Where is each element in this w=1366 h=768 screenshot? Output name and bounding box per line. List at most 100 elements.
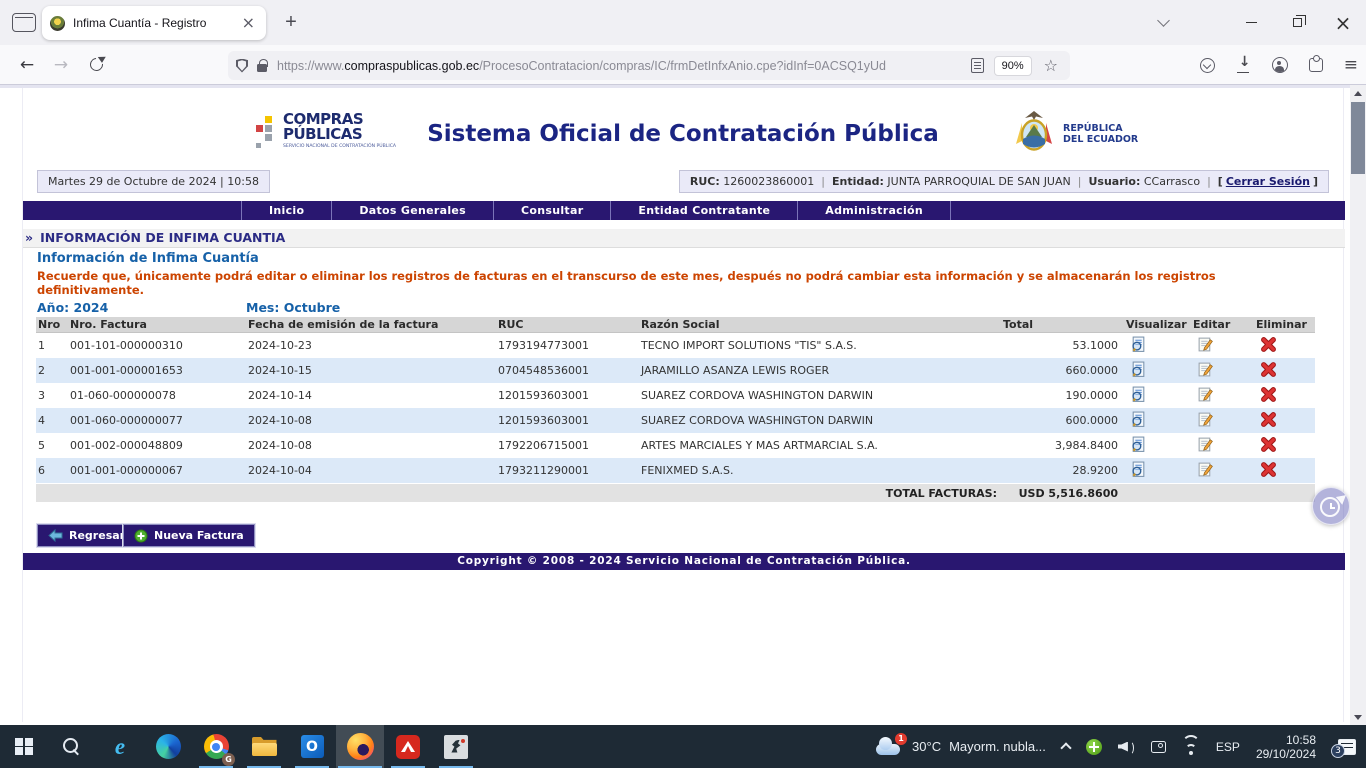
- tracking-shield-icon[interactable]: [236, 59, 248, 73]
- visualizar-icon[interactable]: [1130, 361, 1147, 381]
- visualizar-icon[interactable]: [1130, 411, 1147, 431]
- taskbar-search-button[interactable]: [48, 725, 96, 768]
- display-icon[interactable]: [1151, 741, 1166, 753]
- https-lock-icon[interactable]: [257, 64, 267, 72]
- menu-item[interactable]: Inicio: [241, 201, 332, 220]
- reload-icon[interactable]: [87, 55, 105, 73]
- taskbar-clock[interactable]: 10:58 29/10/2024: [1256, 733, 1316, 761]
- internet-explorer-icon: e: [115, 737, 125, 757]
- notification-badge: 3: [1331, 744, 1345, 758]
- antivirus-icon[interactable]: [1086, 739, 1102, 755]
- window-controls: ×: [1159, 0, 1366, 45]
- downloads-icon[interactable]: [1236, 57, 1251, 73]
- window-restore-button[interactable]: [1274, 0, 1320, 45]
- pocket-icon[interactable]: [1200, 58, 1215, 73]
- taskbar-chrome-button[interactable]: G: [192, 725, 240, 768]
- cell-factura: 001-001-000001653: [68, 364, 246, 377]
- datetime-chip: Martes 29 de Octubre de 2024 | 10:58: [37, 170, 270, 193]
- reader-mode-icon[interactable]: [971, 58, 984, 73]
- eliminar-icon[interactable]: [1260, 386, 1277, 406]
- speaker-icon[interactable]: [1118, 740, 1135, 754]
- weather-widget[interactable]: 1 30°C Mayorm. nubla...: [874, 737, 1046, 757]
- tab-close-icon[interactable]: ×: [239, 16, 258, 30]
- cell-ruc: 1793211290001: [496, 464, 639, 477]
- scrollbar-thumb[interactable]: [1351, 102, 1365, 174]
- table-row: 4 001-060-000000077 2024-10-08 120159360…: [36, 408, 1315, 433]
- republic-text: REPÚBLICA DEL ECUADOR: [1063, 123, 1138, 145]
- browser-tab-active[interactable]: Infima Cuantía - Registro ×: [42, 6, 266, 40]
- taskbar-outlook-button[interactable]: O: [288, 725, 336, 768]
- window-minimize-button[interactable]: [1228, 0, 1274, 45]
- visualizar-icon[interactable]: [1130, 336, 1147, 356]
- ruc-label: RUC:: [690, 175, 720, 188]
- weather-cloud-icon: 1: [874, 737, 904, 757]
- list-all-tabs-icon[interactable]: [1157, 14, 1170, 27]
- eliminar-icon[interactable]: [1260, 336, 1277, 356]
- back-button[interactable]: ←: [10, 55, 44, 75]
- ecuador-coat-of-arms-icon: [1011, 110, 1057, 158]
- eliminar-icon[interactable]: [1260, 361, 1277, 381]
- editar-icon[interactable]: [1197, 461, 1214, 481]
- account-icon[interactable]: [1272, 57, 1288, 73]
- menu-item[interactable]: Administración: [798, 201, 951, 220]
- wifi-icon[interactable]: [1182, 740, 1200, 753]
- visualizar-icon[interactable]: [1130, 436, 1147, 456]
- floating-timer-widget[interactable]: [1312, 487, 1350, 525]
- extensions-icon[interactable]: [1309, 58, 1323, 72]
- file-explorer-icon: [252, 737, 277, 756]
- taskbar-explorer-button[interactable]: [240, 725, 288, 768]
- window-close-button[interactable]: ×: [1320, 0, 1366, 45]
- column-header: Eliminar: [1254, 318, 1315, 331]
- new-tab-button[interactable]: +: [278, 11, 304, 34]
- forward-button[interactable]: →: [44, 55, 78, 75]
- page-title: Sistema Oficial de Contratación Pública: [353, 121, 1013, 147]
- menu-hamburger-icon[interactable]: ≡: [1344, 55, 1358, 75]
- zoom-level-chip[interactable]: 90%: [994, 56, 1032, 76]
- cell-razon-social: FENIXMED S.A.S.: [639, 464, 1001, 477]
- regresar-button[interactable]: Regresar: [37, 524, 136, 547]
- copyright-bar: Copyright © 2008 - 2024 Servicio Naciona…: [23, 553, 1345, 570]
- section-title: Información de Infima Cuantía: [37, 251, 259, 266]
- menu-item[interactable]: Consultar: [494, 201, 611, 220]
- language-indicator[interactable]: ESP: [1216, 740, 1240, 754]
- editar-icon[interactable]: [1197, 411, 1214, 431]
- firefox-view-icon[interactable]: [12, 13, 36, 32]
- entidad-value: JUNTA PARROQUIAL DE SAN JUAN: [887, 175, 1070, 188]
- taskbar-ie-button[interactable]: e: [96, 725, 144, 768]
- menu-item[interactable]: Datos Generales: [332, 201, 494, 220]
- editar-icon[interactable]: [1197, 436, 1214, 456]
- taskbar-edge-button[interactable]: [144, 725, 192, 768]
- bookmark-star-icon[interactable]: ☆: [1044, 56, 1058, 75]
- logout-link[interactable]: Cerrar Sesión: [1226, 175, 1310, 188]
- eliminar-icon[interactable]: [1260, 461, 1277, 481]
- nueva-factura-button[interactable]: Nueva Factura: [123, 524, 255, 547]
- cell-total: 660.0000: [1001, 364, 1124, 377]
- taskbar-firefox-button[interactable]: [336, 725, 384, 768]
- editar-icon[interactable]: [1197, 386, 1214, 406]
- column-header: Fecha de emisión de la factura: [246, 318, 496, 331]
- browser-toolbar: ← → https://www.compraspublicas.gob.ec/P…: [0, 45, 1366, 85]
- vertical-scrollbar[interactable]: [1350, 85, 1366, 725]
- cell-nro: 1: [36, 339, 68, 352]
- editar-icon[interactable]: [1197, 361, 1214, 381]
- cell-nro: 3: [36, 389, 68, 402]
- cell-fecha: 2024-10-15: [246, 364, 496, 377]
- menu-item[interactable]: Entidad Contratante: [611, 201, 798, 220]
- url-text: https://www.compraspublicas.gob.ec/Proce…: [277, 59, 961, 73]
- tray-expand-icon[interactable]: [1060, 742, 1071, 753]
- url-bar[interactable]: https://www.compraspublicas.gob.ec/Proce…: [228, 51, 1070, 80]
- visualizar-icon[interactable]: [1130, 386, 1147, 406]
- eliminar-icon[interactable]: [1260, 436, 1277, 456]
- taskbar-acrobat-button[interactable]: [384, 725, 432, 768]
- taskbar-imagej-button[interactable]: [432, 725, 480, 768]
- start-button[interactable]: [0, 725, 48, 768]
- cell-nro: 2: [36, 364, 68, 377]
- visualizar-icon[interactable]: [1130, 461, 1147, 481]
- scroll-up-icon[interactable]: [1350, 85, 1366, 101]
- chrome-profile-badge: G: [222, 753, 235, 766]
- eliminar-icon[interactable]: [1260, 411, 1277, 431]
- scroll-down-icon[interactable]: [1350, 709, 1366, 725]
- action-center-icon[interactable]: 3: [1338, 739, 1356, 755]
- cell-fecha: 2024-10-04: [246, 464, 496, 477]
- editar-icon[interactable]: [1197, 336, 1214, 356]
